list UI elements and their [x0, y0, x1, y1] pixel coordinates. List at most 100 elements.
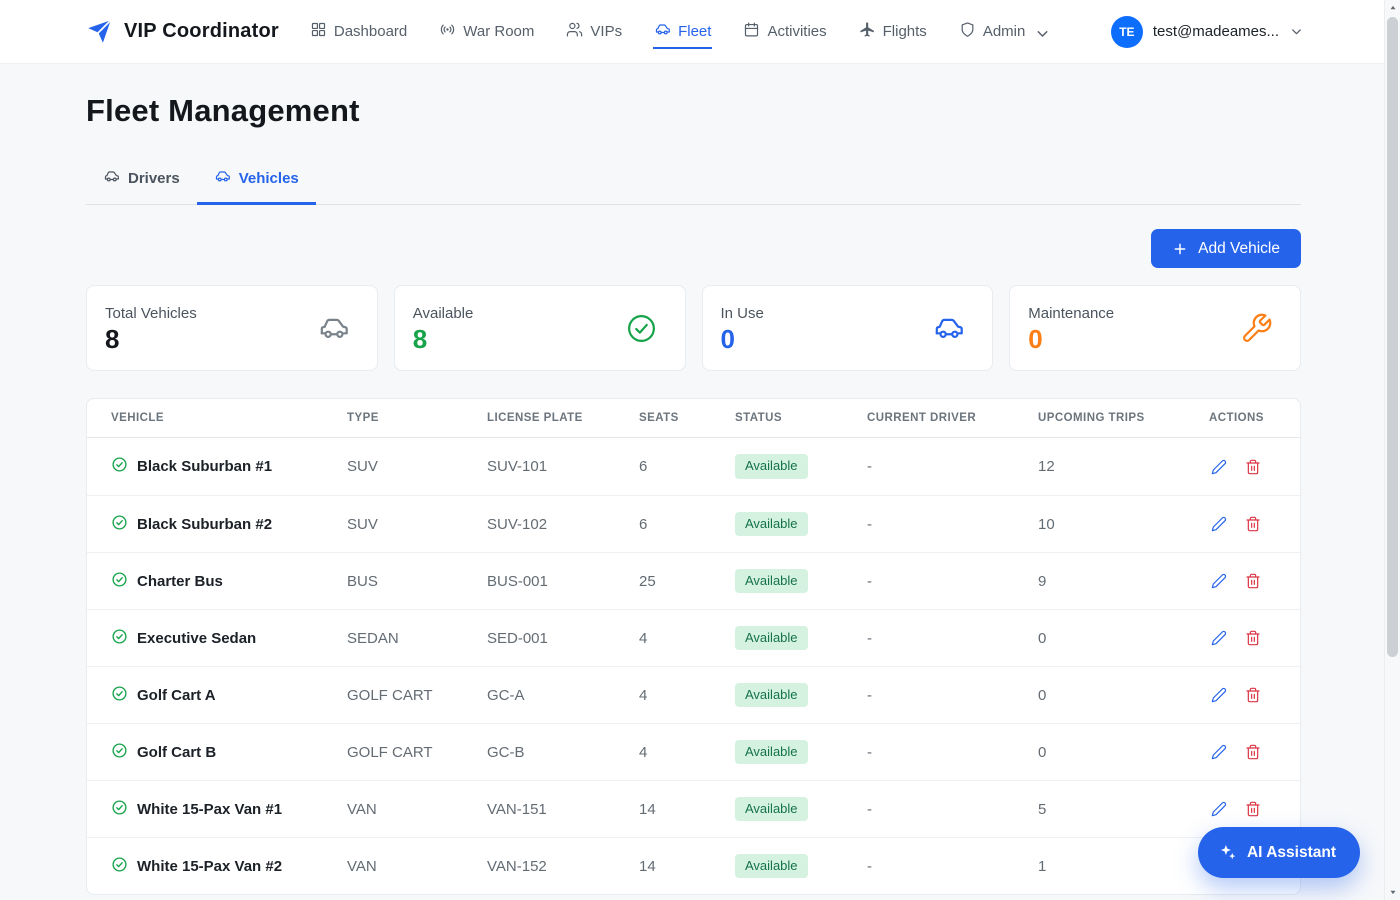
edit-button[interactable] — [1209, 457, 1229, 477]
edit-button[interactable] — [1209, 628, 1229, 648]
vehicle-name: Black Suburban #1 — [137, 458, 272, 475]
seats-cell: 6 — [639, 458, 735, 475]
delete-button[interactable] — [1243, 514, 1263, 534]
nav-label: VIPs — [590, 23, 622, 40]
nav-label: Flights — [883, 23, 927, 40]
trash-icon — [1245, 748, 1261, 763]
ai-assistant-button[interactable]: AI Assistant — [1198, 827, 1360, 878]
nav-item-dashboard[interactable]: Dashboard — [309, 14, 408, 49]
column-header-type: Type — [347, 412, 487, 424]
column-header-current-driver: Current Driver — [867, 412, 1038, 424]
delete-button[interactable] — [1243, 742, 1263, 762]
check-circle-icon — [111, 685, 128, 706]
chevron-down-icon — [1034, 25, 1048, 39]
upcoming-trips-cell: 5 — [1038, 801, 1209, 818]
check-circle-icon — [111, 799, 128, 820]
table-row: Golf Cart B GOLF CART GC-B 4 Available -… — [87, 723, 1300, 780]
wrench-icon — [1240, 312, 1273, 345]
nav-item-flights[interactable]: Flights — [858, 14, 928, 49]
table-row: Charter Bus BUS BUS-001 25 Available - 9 — [87, 552, 1300, 609]
delete-button[interactable] — [1243, 799, 1263, 819]
nav-item-fleet[interactable]: Fleet — [653, 14, 712, 49]
current-driver-cell: - — [867, 630, 1038, 647]
edit-button[interactable] — [1209, 685, 1229, 705]
tab-label: Vehicles — [239, 170, 299, 187]
current-driver-cell: - — [867, 858, 1038, 875]
vehicles-table: Vehicle Type License Plate Seats Status … — [86, 398, 1301, 895]
scroll-down-arrow-icon[interactable] — [1385, 884, 1400, 900]
pencil-icon — [1211, 805, 1227, 820]
check-circle-icon — [111, 571, 128, 592]
actions-cell — [1209, 685, 1276, 705]
status-badge: Available — [735, 740, 808, 764]
user-email: test@madeames... — [1153, 23, 1279, 40]
actions-cell — [1209, 457, 1276, 477]
check-circle-icon — [111, 742, 128, 763]
user-menu[interactable]: TE test@madeames... — [1111, 16, 1304, 48]
delete-button[interactable] — [1243, 571, 1263, 591]
nav-item-admin[interactable]: Admin — [958, 14, 1050, 49]
vehicle-cell: White 15-Pax Van #2 — [111, 856, 347, 877]
nav-item-vips[interactable]: VIPs — [565, 14, 623, 49]
scrollbar-thumb[interactable] — [1387, 17, 1398, 657]
stat-card-maintenance: Maintenance 0 — [1009, 285, 1301, 371]
add-vehicle-label: Add Vehicle — [1198, 240, 1280, 258]
seats-cell: 14 — [639, 801, 735, 818]
main-content: Fleet Management Drivers Vehicles Add Ve… — [86, 64, 1301, 895]
tab-vehicles[interactable]: Vehicles — [197, 162, 316, 205]
column-header-vehicle: Vehicle — [111, 412, 347, 424]
type-cell: SUV — [347, 458, 487, 475]
pencil-icon — [1211, 748, 1227, 763]
table-row: Golf Cart A GOLF CART GC-A 4 Available -… — [87, 666, 1300, 723]
page-title: Fleet Management — [86, 93, 1301, 129]
stat-value: 8 — [105, 326, 197, 352]
dashboard-grid-icon — [310, 21, 327, 42]
delete-button[interactable] — [1243, 628, 1263, 648]
status-badge: Available — [735, 626, 808, 650]
car-icon — [654, 21, 671, 42]
vehicle-name: Executive Sedan — [137, 630, 256, 647]
brand[interactable]: VIP Coordinator — [86, 18, 279, 45]
license-plate-cell: GC-A — [487, 687, 639, 704]
type-cell: BUS — [347, 573, 487, 590]
trash-icon — [1245, 577, 1261, 592]
edit-button[interactable] — [1209, 571, 1229, 591]
nav-label: Activities — [767, 23, 826, 40]
delete-button[interactable] — [1243, 457, 1263, 477]
table-row: Executive Sedan SEDAN SED-001 4 Availabl… — [87, 609, 1300, 666]
tab-drivers[interactable]: Drivers — [86, 162, 197, 205]
license-plate-cell: BUS-001 — [487, 573, 639, 590]
nav-label: Dashboard — [334, 23, 407, 40]
trash-icon — [1245, 805, 1261, 820]
actions-cell — [1209, 514, 1276, 534]
column-header-upcoming-trips: Upcoming Trips — [1038, 412, 1209, 424]
license-plate-cell: VAN-151 — [487, 801, 639, 818]
delete-button[interactable] — [1243, 685, 1263, 705]
actions-cell — [1209, 742, 1276, 762]
column-header-seats: Seats — [639, 412, 735, 424]
main-nav: Dashboard War Room VIPs Fleet Activities… — [309, 14, 1111, 49]
add-vehicle-button[interactable]: Add Vehicle — [1151, 229, 1301, 268]
status-badge: Available — [735, 797, 808, 821]
nav-item-activities[interactable]: Activities — [742, 14, 827, 49]
edit-button[interactable] — [1209, 514, 1229, 534]
edit-button[interactable] — [1209, 742, 1229, 762]
nav-item-war-room[interactable]: War Room — [438, 14, 535, 49]
seats-cell: 4 — [639, 687, 735, 704]
scrollbar[interactable] — [1384, 0, 1400, 900]
broadcast-icon — [439, 21, 456, 42]
vehicle-name: Black Suburban #2 — [137, 516, 272, 533]
column-header-license-plate: License Plate — [487, 412, 639, 424]
vehicle-cell: Black Suburban #2 — [111, 514, 347, 535]
upcoming-trips-cell: 0 — [1038, 744, 1209, 761]
check-circle-icon — [111, 514, 128, 535]
scroll-up-arrow-icon[interactable] — [1385, 0, 1400, 16]
trash-icon — [1245, 463, 1261, 478]
ai-assistant-label: AI Assistant — [1247, 844, 1336, 862]
upcoming-trips-cell: 0 — [1038, 630, 1209, 647]
status-cell: Available — [735, 569, 867, 593]
vehicle-name: White 15-Pax Van #1 — [137, 801, 282, 818]
vehicle-name: White 15-Pax Van #2 — [137, 858, 282, 875]
edit-button[interactable] — [1209, 799, 1229, 819]
table-row: Black Suburban #1 SUV SUV-101 6 Availabl… — [87, 438, 1300, 495]
